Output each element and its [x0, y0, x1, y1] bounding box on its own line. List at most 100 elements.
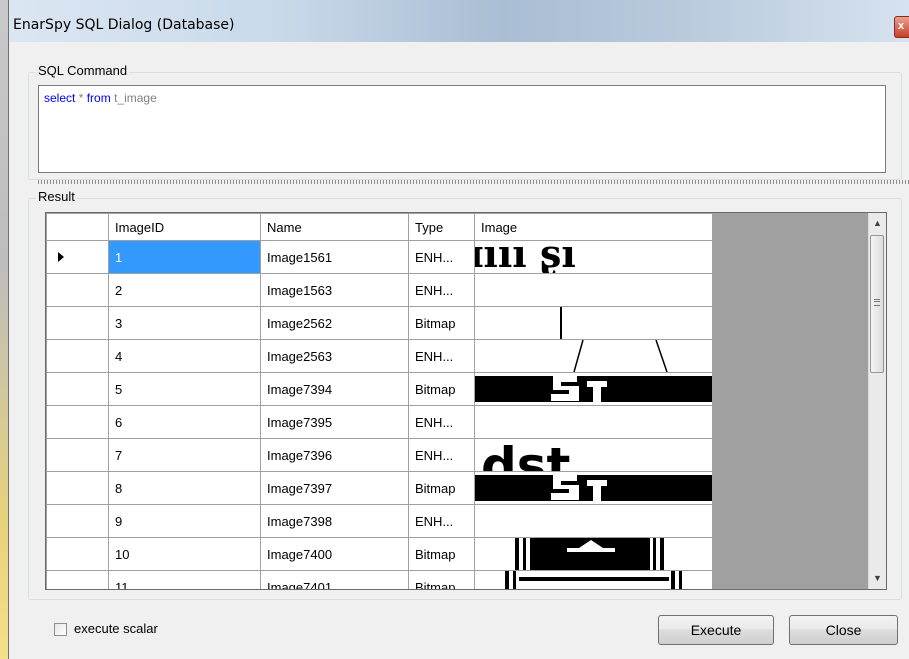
scroll-thumb[interactable] [870, 235, 884, 373]
table-row[interactable]: 6 Image7395 ENH... [46, 405, 713, 439]
sql-query-text: select * from t_image [44, 91, 157, 105]
close-button[interactable]: Close [789, 615, 898, 645]
grid-body: 1 Image1561 ENH... ɪııı ʂı 2 Image1563 ENH... 3… [46, 240, 713, 589]
cell-imageid[interactable]: 6 [108, 405, 261, 439]
cell-type[interactable]: Bitmap [408, 471, 475, 505]
cell-type[interactable]: ENH... [408, 240, 475, 274]
table-row[interactable]: 5 Image7394 Bitmap [46, 372, 713, 406]
row-header-corner [46, 213, 109, 241]
sql-command-editor[interactable]: select * from t_image [38, 85, 886, 173]
cell-type[interactable]: ENH... [408, 339, 475, 373]
sql-token-identifier: t_image [114, 91, 157, 105]
table-row[interactable]: 9 Image7398 ENH... [46, 504, 713, 538]
cell-imageid[interactable]: 2 [108, 273, 261, 307]
cell-name[interactable]: Image7398 [260, 504, 409, 538]
cell-type[interactable]: ENH... [408, 405, 475, 439]
scroll-up-icon[interactable]: ▲ [869, 215, 886, 232]
sql-command-label: SQL Command [36, 63, 130, 78]
row-header[interactable] [46, 306, 109, 340]
table-row[interactable]: 8 Image7397 Bitmap [46, 471, 713, 505]
image-thumbnail [515, 538, 664, 570]
cell-name[interactable]: Image7394 [260, 372, 409, 406]
result-table: ImageID Name Type Image 1 Image1561 ENH...… [46, 213, 713, 589]
svg-text:dst: dst [481, 439, 570, 471]
cell-image[interactable] [474, 306, 713, 340]
window-title: EnarSpy SQL Dialog (Database) [13, 17, 235, 33]
image-thumbnail: dst [481, 439, 570, 471]
cell-type[interactable]: ENH... [408, 273, 475, 307]
cell-name[interactable]: Image7395 [260, 405, 409, 439]
image-thumbnail [475, 474, 712, 502]
cell-name[interactable]: Image7397 [260, 471, 409, 505]
row-header[interactable] [46, 339, 109, 373]
row-header[interactable] [46, 537, 109, 571]
cell-type[interactable]: Bitmap [408, 372, 475, 406]
scroll-down-icon[interactable]: ▼ [869, 570, 886, 587]
execute-button[interactable]: Execute [658, 615, 774, 645]
cell-imageid[interactable]: 5 [108, 372, 261, 406]
cell-imageid[interactable]: 3 [108, 306, 261, 340]
column-header-type[interactable]: Type [408, 213, 475, 241]
cell-imageid[interactable]: 7 [108, 438, 261, 472]
execute-scalar-checkbox[interactable] [54, 623, 67, 636]
cell-image[interactable] [474, 273, 713, 307]
row-header[interactable] [46, 438, 109, 472]
column-header-name[interactable]: Name [260, 213, 409, 241]
table-row[interactable]: 10 Image7400 Bitmap [46, 537, 713, 571]
table-row[interactable]: 4 Image2563 ENH... [46, 339, 713, 373]
cell-name[interactable]: Image7401 [260, 570, 409, 589]
image-thumbnail [475, 406, 713, 438]
cell-imageid[interactable]: 11 [108, 570, 261, 589]
cell-image[interactable] [474, 372, 713, 406]
execute-scalar-label[interactable]: execute scalar [74, 621, 158, 636]
column-header-image[interactable]: Image [474, 213, 713, 241]
table-row[interactable]: 2 Image1563 ENH... [46, 273, 713, 307]
row-header[interactable] [46, 504, 109, 538]
panel-splitter[interactable] [38, 180, 909, 184]
cell-name[interactable]: Image2563 [260, 339, 409, 373]
cell-imageid[interactable]: 8 [108, 471, 261, 505]
image-thumbnail [505, 571, 682, 589]
window-close-button[interactable]: x [894, 16, 909, 38]
title-bar[interactable]: EnarSpy SQL Dialog (Database) x [9, 0, 909, 42]
cell-image[interactable] [474, 570, 713, 589]
vertical-scrollbar[interactable]: ▲ ▼ [868, 213, 886, 589]
cell-type[interactable]: Bitmap [408, 570, 475, 589]
cell-type[interactable]: ENH... [408, 504, 475, 538]
cell-imageid[interactable]: 9 [108, 504, 261, 538]
grip-icon [874, 299, 880, 306]
cell-type[interactable]: Bitmap [408, 306, 475, 340]
cell-image[interactable] [474, 537, 713, 571]
cell-imageid[interactable]: 10 [108, 537, 261, 571]
cell-type[interactable]: ENH... [408, 438, 475, 472]
row-header[interactable] [46, 405, 109, 439]
arrow-right-icon [58, 252, 64, 262]
cell-image[interactable] [474, 504, 713, 538]
column-header-imageid[interactable]: ImageID [108, 213, 261, 241]
table-row[interactable]: 11 Image7401 Bitmap [46, 570, 713, 589]
table-row[interactable]: 3 Image2562 Bitmap [46, 306, 713, 340]
cell-name[interactable]: Image7396 [260, 438, 409, 472]
row-header[interactable] [46, 471, 109, 505]
cell-image[interactable]: dst [474, 438, 713, 472]
cell-name[interactable]: Image1561 [260, 240, 409, 274]
row-header[interactable] [46, 273, 109, 307]
cell-image[interactable] [474, 339, 713, 373]
cell-imageid[interactable]: 4 [108, 339, 261, 373]
cell-name[interactable]: Image7400 [260, 537, 409, 571]
cell-imageid[interactable]: 1 [108, 240, 261, 274]
image-thumbnail: ɪııı ʂı [476, 242, 576, 273]
cell-name[interactable]: Image2562 [260, 306, 409, 340]
row-header[interactable] [46, 570, 109, 589]
cell-image[interactable]: ɪııı ʂı [474, 240, 713, 274]
cell-image[interactable] [474, 471, 713, 505]
table-row[interactable]: 7 Image7396 ENH... dst [46, 438, 713, 472]
cell-image[interactable] [474, 405, 713, 439]
sql-token-operator: * [78, 91, 84, 105]
cell-type[interactable]: Bitmap [408, 537, 475, 571]
table-row[interactable]: 1 Image1561 ENH... ɪııı ʂı [46, 240, 713, 274]
row-header[interactable] [46, 372, 109, 406]
cell-name[interactable]: Image1563 [260, 273, 409, 307]
row-header[interactable] [46, 240, 109, 274]
result-grid[interactable]: ImageID Name Type Image 1 Image1561 ENH...… [45, 212, 887, 590]
